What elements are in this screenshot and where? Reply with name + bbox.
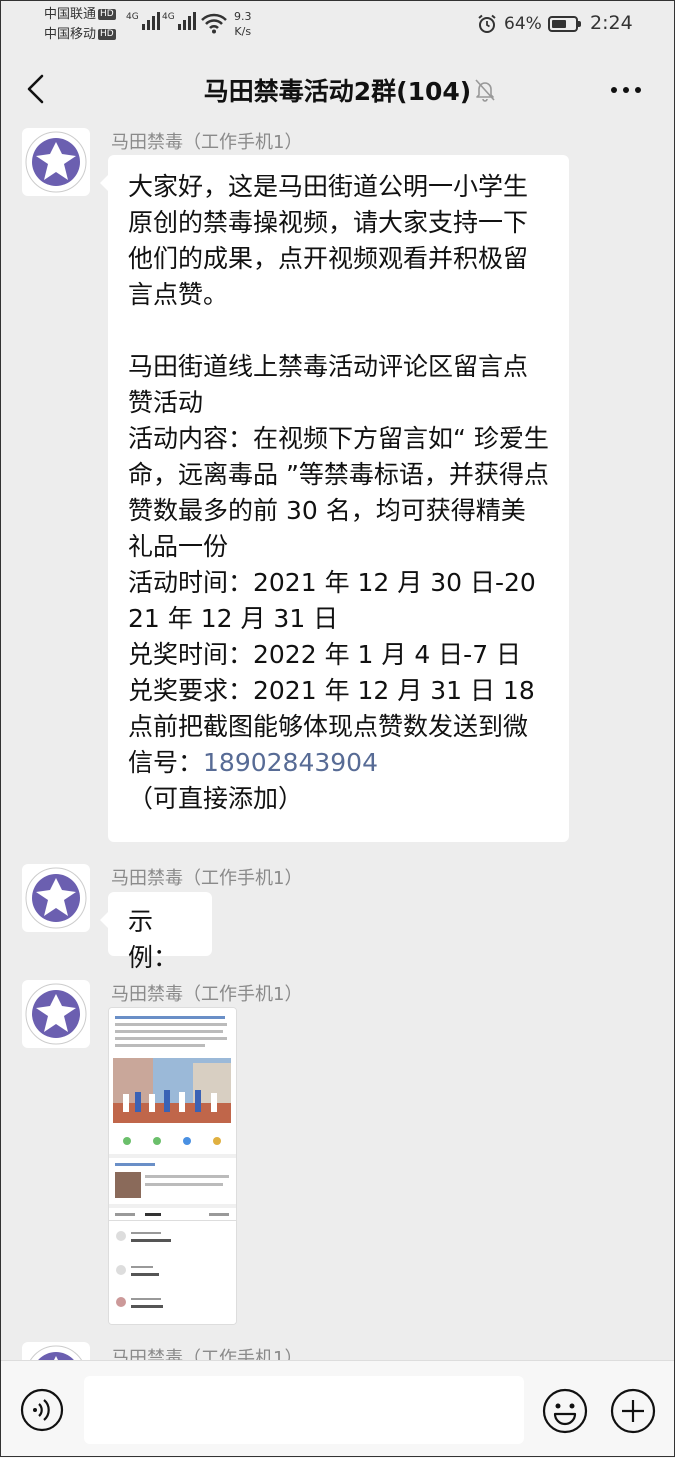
more-dots-icon[interactable] bbox=[606, 75, 646, 105]
message-text: 大家好，这是马田街道公明一小学生原创的禁毒操视频，请大家支持一下他们的成果，点开… bbox=[128, 172, 529, 309]
voice-icon[interactable] bbox=[20, 1388, 64, 1432]
message-text: 示例： bbox=[128, 907, 179, 972]
carrier-2: 中国移动 HD bbox=[44, 27, 116, 42]
network-speed: 9.3 K/s bbox=[234, 10, 252, 38]
screenshot-thumbnail bbox=[109, 1008, 236, 1324]
carrier-1: 中国联通 HD bbox=[44, 7, 116, 22]
avatar[interactable] bbox=[22, 864, 90, 932]
plus-icon[interactable] bbox=[610, 1388, 656, 1434]
sender-name: 马田禁毒（工作手机1） bbox=[111, 868, 303, 889]
battery-percent: 64% bbox=[504, 14, 542, 34]
message-bubble[interactable]: 大家好，这是马田街道公明一小学生原创的禁毒操视频，请大家支持一下他们的成果，点开… bbox=[100, 155, 569, 842]
message-input[interactable] bbox=[84, 1376, 524, 1444]
avatar[interactable] bbox=[22, 980, 90, 1048]
logo-icon bbox=[25, 131, 87, 193]
message-bubble[interactable]: 示例： bbox=[100, 892, 212, 972]
logo-icon bbox=[25, 983, 87, 1045]
image-message[interactable] bbox=[108, 1007, 237, 1325]
signal-icon: 4G bbox=[126, 12, 160, 30]
phone-link[interactable]: 18902843904 bbox=[203, 748, 378, 777]
message-text: 马田街道线上禁毒活动评论区留言点赞活动 活动内容：在视频下方留言如“ 珍爱生命，… bbox=[128, 352, 549, 813]
status-bar: 中国联通 HD 中国移动 HD 4G 4G 9.3 K/s 64% 2:24 bbox=[0, 0, 675, 50]
sender-name: 马田禁毒（工作手机1） bbox=[111, 984, 303, 1005]
signal-icon: 4G bbox=[162, 12, 196, 30]
wifi-icon bbox=[201, 13, 227, 34]
emoji-icon[interactable] bbox=[542, 1388, 588, 1434]
battery-fill bbox=[552, 20, 566, 28]
clock: 2:24 bbox=[590, 12, 633, 34]
avatar[interactable] bbox=[22, 128, 90, 196]
chat-title: 马田禁毒活动2群(104) bbox=[203, 77, 472, 106]
sender-name: 马田禁毒（工作手机1） bbox=[111, 132, 303, 153]
logo-icon bbox=[25, 867, 87, 929]
alarm-icon bbox=[478, 14, 496, 33]
bell-off-icon bbox=[475, 79, 495, 102]
chat-header: 马田禁毒活动2群(104) bbox=[0, 50, 675, 128]
battery-icon bbox=[548, 16, 581, 32]
input-bar bbox=[0, 1360, 675, 1458]
